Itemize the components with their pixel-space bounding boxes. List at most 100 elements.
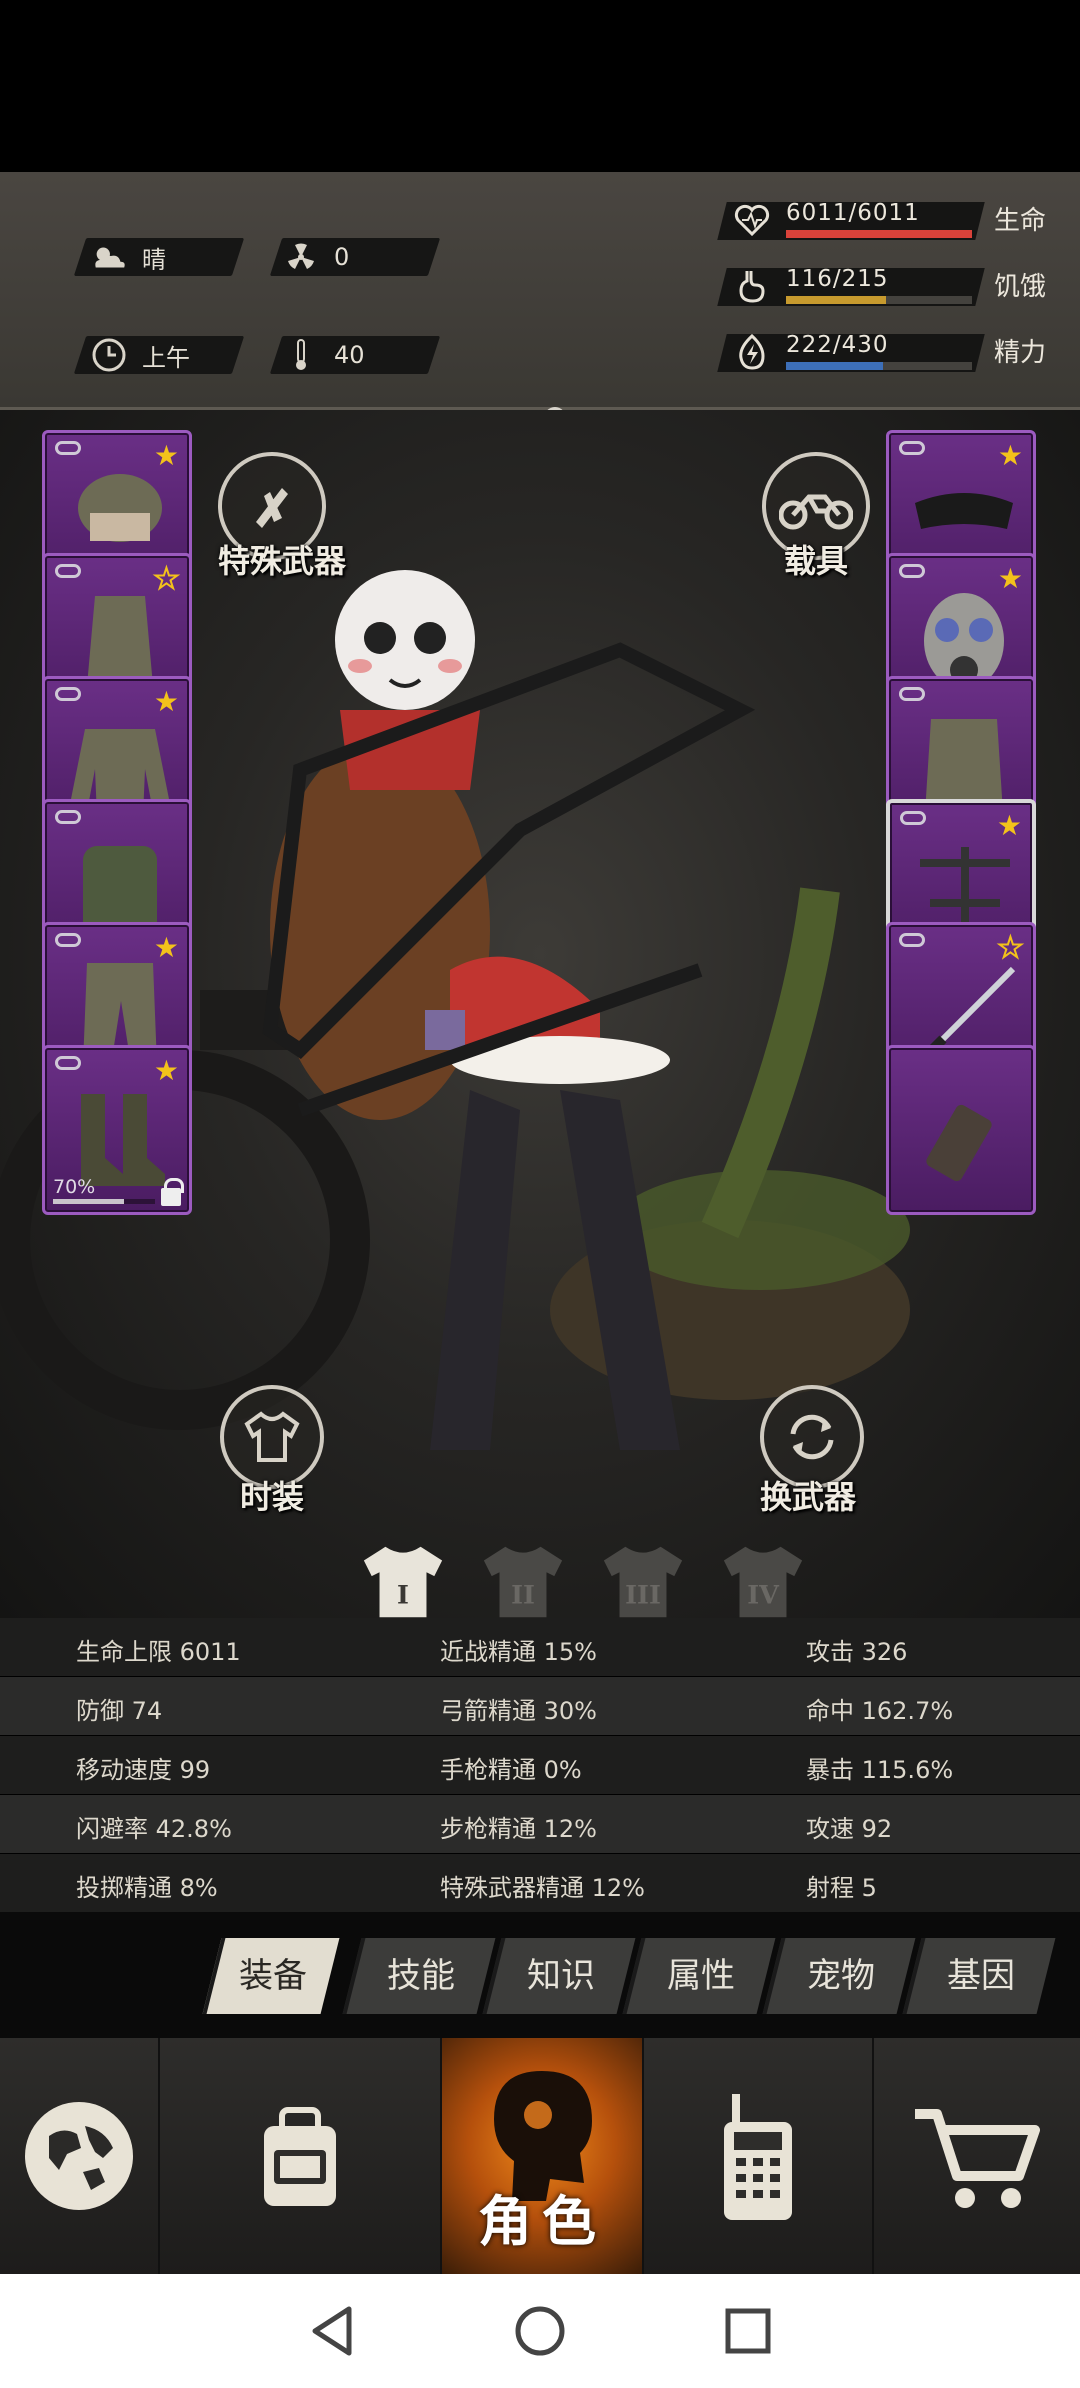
- star-outline-icon: ★: [153, 561, 180, 596]
- attribute-cell: 近战精通 15%: [440, 1638, 597, 1666]
- nav-radio[interactable]: [644, 2038, 872, 2274]
- attribute-row: 投掷精通 8% 特殊武器精通 12% 射程 5: [0, 1854, 1080, 1912]
- fashion-label: 时装: [240, 1478, 305, 1516]
- tab-label: 宠物: [807, 1956, 875, 1996]
- status-header: 晴 0 上午 40 + − 6011/6011: [0, 172, 1080, 540]
- boots-icon: [81, 1094, 165, 1186]
- energy-label: 精力: [994, 338, 1047, 368]
- health-label: 生命: [994, 206, 1047, 236]
- tab-label: 知识: [527, 1956, 595, 1996]
- attribute-cell: 弓箭精通 30%: [440, 1697, 597, 1725]
- weather-display: 晴: [90, 238, 166, 276]
- durability-text: 70%: [53, 1176, 96, 1198]
- attribute-cell: 投掷精通 8%: [76, 1874, 218, 1902]
- tab-label: 装备: [239, 1956, 307, 1996]
- outfit-tab-3[interactable]: III: [598, 1542, 688, 1622]
- attribute-cell: 防御 74: [76, 1697, 163, 1725]
- attribute-cell: 手枪精通 0%: [440, 1756, 582, 1784]
- attribute-cell: 生命上限 6011: [76, 1638, 241, 1666]
- durability-bar: [53, 1199, 155, 1204]
- link-icon: [899, 687, 925, 701]
- tab-label: 基因: [947, 1956, 1015, 1996]
- nav-world-map[interactable]: [0, 2038, 158, 2274]
- top-blank-area: [0, 0, 1080, 172]
- radiation-value: 0: [334, 243, 350, 271]
- outfit-tab-numeral: I: [397, 1580, 409, 1610]
- left-equip-slot-boots[interactable]: ★ 70%: [42, 1045, 192, 1215]
- attribute-cell: 暴击 115.6%: [806, 1756, 954, 1784]
- link-icon: [899, 564, 925, 578]
- attribute-cell: 攻击 326: [806, 1638, 908, 1666]
- recents-icon[interactable]: [723, 2306, 773, 2356]
- outfit-tab-1[interactable]: I: [358, 1542, 448, 1622]
- radio-icon: [724, 2094, 792, 2220]
- tab-equipment[interactable]: 装备: [202, 1938, 340, 2014]
- star-icon: ★: [153, 439, 179, 472]
- time-of-day-text: 上午: [142, 343, 190, 372]
- home-icon[interactable]: [512, 2303, 568, 2359]
- heart-icon: [732, 198, 772, 242]
- thermometer-icon: [282, 336, 320, 374]
- link-icon: [55, 687, 81, 701]
- swap-arrows-icon: [790, 1414, 834, 1460]
- tab-genes[interactable]: 基因: [902, 1938, 1056, 2014]
- outfit-tab-numeral: III: [625, 1580, 661, 1610]
- star-icon: ★: [997, 562, 1023, 595]
- nav-character-label: 角色: [478, 2190, 606, 2253]
- grenade-icon: [926, 1104, 992, 1182]
- special-weapon-label: 特殊武器: [218, 542, 347, 580]
- link-icon: [55, 810, 81, 824]
- attributes-table: 生命上限 6011 近战精通 15% 攻击 326 防御 74 弓箭精通 30% 命中 1…: [0, 1618, 1080, 1912]
- attribute-cell: 步枪精通 12%: [440, 1815, 597, 1843]
- tab-skills[interactable]: 技能: [342, 1938, 496, 2014]
- hunger-label: 饥饿: [994, 272, 1047, 302]
- star-icon: ★: [997, 439, 1023, 472]
- attribute-cell: 攻速 92: [806, 1815, 893, 1843]
- star-icon: ★: [153, 685, 179, 718]
- backpack-icon: [264, 2107, 336, 2206]
- motorcycle-icon: [779, 494, 853, 530]
- tab-pets[interactable]: 宠物: [762, 1938, 916, 2014]
- back-icon[interactable]: [307, 2303, 357, 2359]
- outfit-tab-2[interactable]: II: [478, 1542, 568, 1622]
- temperature-display: 40: [282, 336, 365, 374]
- globe-icon: [25, 2102, 133, 2210]
- attribute-cell: 闪避率 42.8%: [76, 1815, 232, 1843]
- energy-value: 222/430: [786, 332, 889, 358]
- tab-knowledge[interactable]: 知识: [482, 1938, 636, 2014]
- clock-icon: [90, 336, 128, 374]
- outfit-tab-numeral: II: [511, 1580, 535, 1610]
- energy-bar: [786, 362, 972, 370]
- attribute-row: 防御 74 弓箭精通 30% 命中 162.7%: [0, 1677, 1080, 1735]
- star-outline-icon: ★: [997, 930, 1024, 965]
- lock-icon: [161, 1178, 184, 1206]
- right-equip-slot-grenade[interactable]: [886, 1045, 1036, 1215]
- tab-label: 技能: [387, 1956, 455, 1996]
- nav-shop[interactable]: [874, 2038, 1080, 2274]
- hunger-stat: 116/215 饥饿: [717, 262, 1072, 312]
- tab-attributes[interactable]: 属性: [622, 1938, 776, 2014]
- shopping-cart-icon: [915, 2109, 1040, 2208]
- switch-weapon-label: 换武器: [760, 1478, 857, 1516]
- energy-icon: [732, 330, 772, 374]
- link-icon: [899, 933, 925, 947]
- system-nav-bar: [0, 2274, 1080, 2388]
- main-tabs-bar: 装备 技能 知识 属性 宠物 基因: [0, 1912, 1080, 2038]
- hunger-value: 116/215: [786, 266, 889, 292]
- nav-inventory[interactable]: [160, 2038, 440, 2274]
- link-icon: [899, 441, 925, 455]
- energy-stat: 222/430 精力: [717, 328, 1072, 378]
- nav-character[interactable]: 角色: [442, 2038, 642, 2274]
- radiation-icon: [282, 238, 320, 276]
- attribute-cell: 射程 5: [806, 1874, 877, 1902]
- weather-text: 晴: [142, 245, 166, 274]
- outfit-tab-4[interactable]: IV: [718, 1542, 808, 1622]
- tab-label: 属性: [667, 1956, 735, 1996]
- vehicle-label: 载具: [784, 542, 849, 580]
- link-icon: [55, 441, 81, 455]
- attribute-cell: 命中 162.7%: [806, 1697, 954, 1725]
- stomach-icon: [732, 264, 772, 308]
- health-stat: 6011/6011 生命: [717, 196, 1072, 246]
- outfit-tab-numeral: IV: [747, 1580, 780, 1610]
- health-value: 6011/6011: [786, 200, 920, 226]
